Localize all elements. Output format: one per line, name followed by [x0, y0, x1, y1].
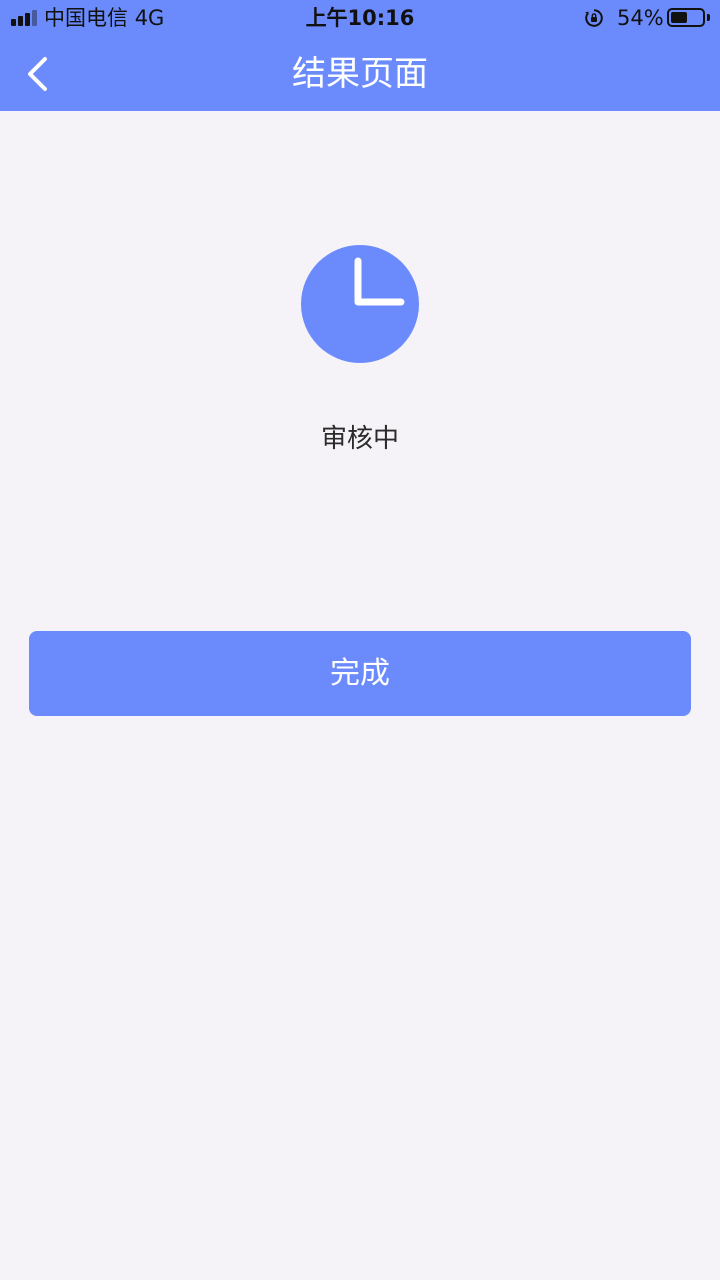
status-time: 上午10:16	[305, 6, 415, 30]
battery-fill	[671, 12, 687, 23]
done-button[interactable]: 完成	[29, 631, 691, 716]
page-title: 结果页面	[292, 54, 428, 94]
battery-icon	[667, 8, 705, 27]
battery-percent: 54%	[617, 6, 664, 30]
battery-cap	[707, 14, 710, 21]
rotation-lock-icon	[585, 9, 603, 27]
status-bar: 中国电信 4G 上午10:16 54%	[0, 0, 720, 36]
review-status-text: 审核中	[320, 424, 399, 454]
clock-icon	[301, 245, 419, 363]
